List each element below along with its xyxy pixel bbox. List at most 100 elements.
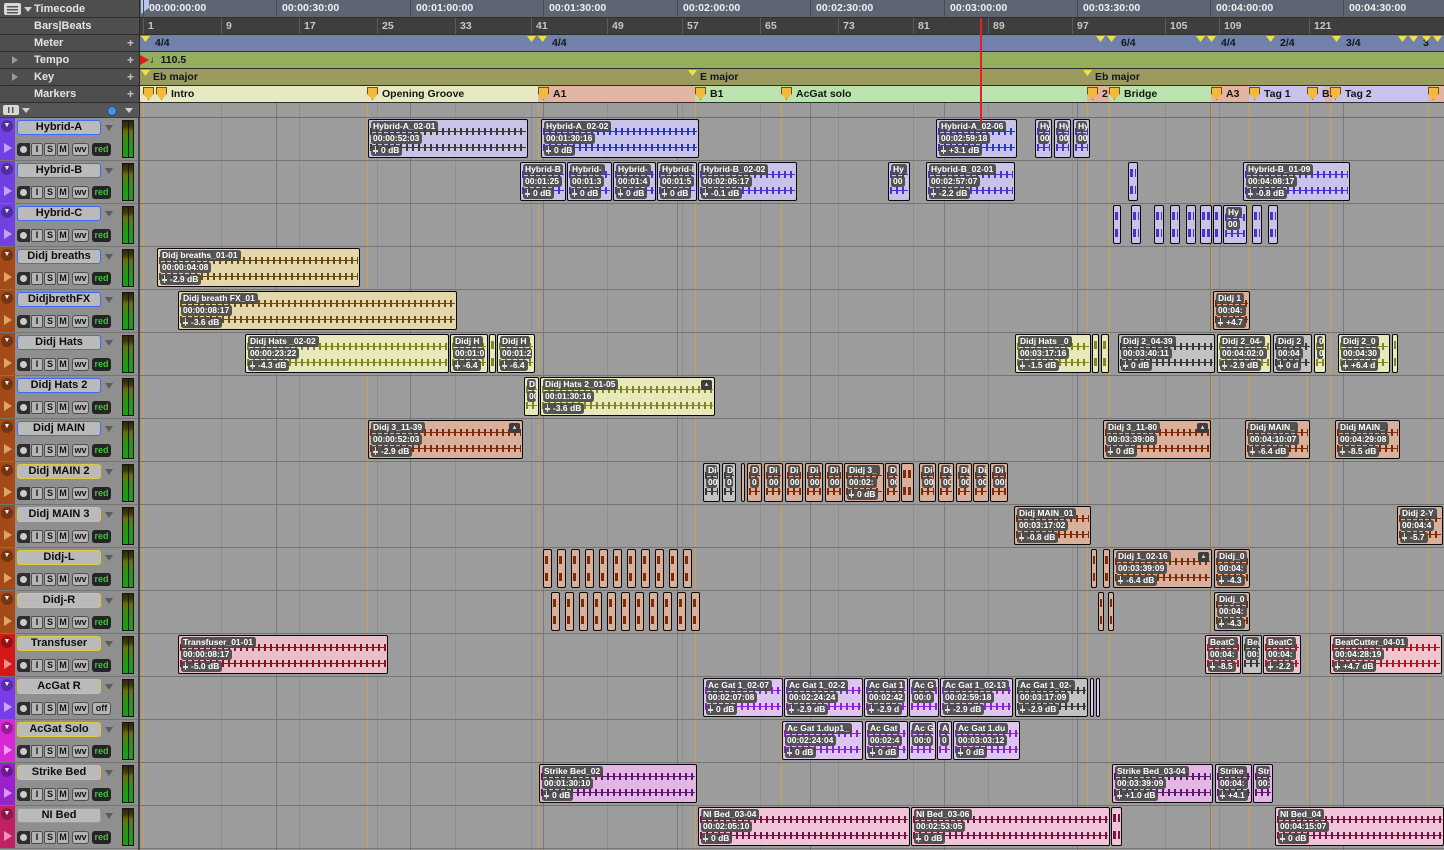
audio-clip[interactable]: Di00	[885, 463, 900, 502]
audio-clip[interactable]: D0	[722, 463, 736, 502]
input-monitor-button[interactable]: I	[31, 229, 43, 242]
audio-clip[interactable]: Didj 3_11-8000:03:39:080 dB▴	[1103, 420, 1211, 459]
audio-clip[interactable]: Didj Hats _02-0200:00:23:22-4.3 dB	[245, 334, 449, 373]
input-monitor-button[interactable]: I	[31, 659, 43, 672]
audio-clip[interactable]: Didj 200:040 d	[1273, 334, 1312, 373]
track-collapse-button[interactable]: ▼	[1, 464, 13, 476]
add-marker-button[interactable]: +	[127, 87, 134, 101]
audio-clip[interactable]	[1103, 549, 1110, 588]
track-name[interactable]: AcGat Solo	[17, 722, 101, 737]
clock-caret-icon[interactable]	[125, 108, 133, 117]
expand-key-icon[interactable]	[12, 73, 22, 81]
audio-clip[interactable]	[1101, 334, 1109, 373]
audio-clip[interactable]: Hybrid-B_02-0100:02:57:07-2.2 dB	[926, 162, 1015, 201]
track-options-caret-icon[interactable]	[105, 340, 113, 350]
input-monitor-button[interactable]: I	[31, 745, 43, 758]
audio-clip[interactable]: Ac Gat 1.dup1_00:02:24:040 dB	[782, 721, 863, 760]
audio-clip[interactable]: Didj 1_02-1600:03:39:09-6.4 dB▴	[1113, 549, 1212, 588]
audio-clip[interactable]	[1090, 678, 1094, 717]
audio-clip[interactable]	[551, 592, 560, 631]
playlist-name-button[interactable]: red	[92, 315, 111, 328]
audio-clip[interactable]: Hybrid-00:01:30 dB	[567, 162, 612, 201]
audio-clip[interactable]	[1154, 205, 1164, 244]
waveform-view-button[interactable]: wv	[72, 702, 89, 715]
key-change-icon[interactable]	[688, 70, 697, 76]
mute-button[interactable]: M	[57, 401, 69, 414]
track-name[interactable]: Didj MAIN 3	[17, 507, 101, 522]
track-collapse-button[interactable]: ▼	[1, 335, 13, 347]
solo-button[interactable]: S	[44, 702, 56, 715]
record-enable-button[interactable]	[17, 487, 30, 500]
audio-clip[interactable]: Di00	[956, 463, 972, 502]
audio-clip[interactable]: Didj Hats 2_01-0500:01:30:16-3.6 dB▴	[540, 377, 715, 416]
meter-change-icon[interactable]	[538, 36, 547, 42]
audio-clip[interactable]: Didj Hats _000:03:17:16-1.5 dB	[1015, 334, 1091, 373]
audio-clip[interactable]	[585, 549, 594, 588]
track-name[interactable]: Didj MAIN 2	[17, 464, 101, 479]
audio-clip[interactable]	[1091, 549, 1097, 588]
solo-button[interactable]: S	[44, 616, 56, 629]
track-lane[interactable]: Di00Didj Hats 2_01-0500:01:30:16-3.6 dB▴	[140, 376, 1444, 418]
audio-clip[interactable]	[669, 549, 678, 588]
waveform-view-button[interactable]: wv	[72, 573, 89, 586]
mute-button[interactable]: M	[57, 272, 69, 285]
audio-clip[interactable]: Di00	[973, 463, 989, 502]
track-view-caret-icon[interactable]	[22, 108, 30, 117]
meter-change-icon[interactable]	[1266, 36, 1275, 42]
waveform-view-button[interactable]: wv	[72, 229, 89, 242]
track-options-caret-icon[interactable]	[105, 469, 113, 479]
track-name[interactable]: NI Bed	[17, 808, 101, 823]
audio-clip[interactable]	[1186, 205, 1196, 244]
solo-button[interactable]: S	[44, 272, 56, 285]
track-collapse-button[interactable]: ▼	[1, 507, 13, 519]
audio-clip[interactable]: Didj 3_11-3900:00:52:03-2.9 dB▴	[368, 420, 523, 459]
record-enable-button[interactable]	[17, 444, 30, 457]
audio-clip[interactable]: Didj breaths_01-0100:00:04:08-2.9 dB	[157, 248, 360, 287]
waveform-view-button[interactable]: wv	[72, 831, 89, 844]
waveform-view-button[interactable]: wv	[72, 315, 89, 328]
track-lane[interactable]: Didj 1_02-1600:03:39:09-6.4 dB▴Didj_000:…	[140, 548, 1444, 590]
track-options-caret-icon[interactable]	[105, 168, 113, 178]
track-lane[interactable]: Hy00	[140, 204, 1444, 246]
audio-clip[interactable]	[655, 549, 664, 588]
add-tempo-button[interactable]: +	[127, 53, 134, 67]
record-enable-button[interactable]	[17, 143, 30, 156]
record-enable-button[interactable]	[17, 229, 30, 242]
track-options-caret-icon[interactable]	[105, 125, 113, 135]
record-enable-button[interactable]	[17, 401, 30, 414]
ruler-menu-icon[interactable]	[4, 3, 21, 15]
track-collapse-button[interactable]: ▼	[1, 378, 13, 390]
expand-tempo-icon[interactable]	[12, 56, 22, 64]
input-monitor-button[interactable]: I	[31, 272, 43, 285]
key-change-icon[interactable]	[141, 70, 150, 76]
audio-clip[interactable]	[1111, 807, 1122, 846]
track-options-caret-icon[interactable]	[105, 297, 113, 307]
audio-clip[interactable]: Didj H00:01:2-6.4	[497, 334, 535, 373]
audio-clip[interactable]	[1131, 205, 1141, 244]
input-monitor-button[interactable]: I	[31, 358, 43, 371]
audio-clip[interactable]: Di00	[524, 377, 539, 416]
mute-button[interactable]: M	[57, 831, 69, 844]
audio-clip[interactable]: Didj 2_04-00:04:02:0-2.9 dB	[1217, 334, 1271, 373]
track-collapse-button[interactable]: ▼	[1, 550, 13, 562]
track-lane[interactable]: Hybrid-B00:01:250 dBHybrid-00:01:30 dBHy…	[140, 161, 1444, 203]
track-collapse-button[interactable]: ▼	[1, 636, 13, 648]
meter-change-icon[interactable]	[1096, 36, 1105, 42]
audio-clip[interactable]	[607, 592, 616, 631]
track-options-caret-icon[interactable]	[105, 770, 113, 780]
audio-clip[interactable]: Didj breath FX_0100:00:08:17-3.6 dB	[178, 291, 457, 330]
audio-clip[interactable]: Di00	[703, 463, 720, 502]
track-options-caret-icon[interactable]	[105, 512, 113, 522]
markers-ruler-body[interactable]: IntroOpening GrooveA1B1AcGat solo2Bridge…	[140, 86, 1444, 103]
solo-button[interactable]: S	[44, 530, 56, 543]
track-name[interactable]: AcGat R	[17, 679, 101, 694]
audio-clip[interactable]: Ac Gat 1_02-00:03:17:09-2.9 dB	[1015, 678, 1088, 717]
audio-clip[interactable]	[627, 549, 636, 588]
track-name[interactable]: Hybrid-A	[17, 120, 101, 135]
audio-clip[interactable]	[1200, 205, 1212, 244]
audio-clip[interactable]	[579, 592, 588, 631]
audio-clip[interactable]: Transfuser_01-0100:00:08:17-5.0 dB	[178, 635, 388, 674]
audio-clip[interactable]: Hy00	[888, 162, 910, 201]
track-collapse-button[interactable]: ▼	[1, 765, 13, 777]
solo-button[interactable]: S	[44, 659, 56, 672]
